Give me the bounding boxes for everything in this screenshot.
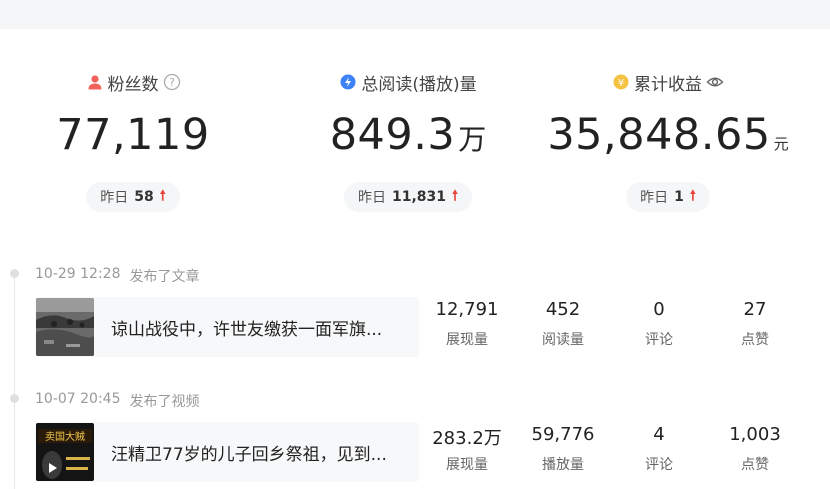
content-card-article[interactable]: 谅山战役中，许世友缴获一面军旗... bbox=[35, 297, 419, 357]
yesterday-value: 58 bbox=[134, 189, 154, 205]
up-arrow-icon: 🠕 bbox=[159, 188, 166, 204]
metric-likes: 1,003 点赞 bbox=[710, 424, 800, 474]
metric-value: 4 bbox=[653, 424, 665, 445]
metric-impressions: 283.2万 展现量 bbox=[422, 424, 512, 474]
metric-likes: 27 点赞 bbox=[710, 299, 800, 349]
metric-impressions: 12,791 展现量 bbox=[422, 299, 512, 349]
metric-value: 283.2万 bbox=[432, 428, 502, 449]
stat-reads-value-row: 849.3 万 bbox=[288, 110, 528, 170]
stat-income: ¥ 累计收益 35,848.65 元 昨日 1 🠕 bbox=[547, 68, 789, 212]
publish-action: 发布了视频 bbox=[129, 394, 200, 410]
metric-value: 27 bbox=[743, 299, 767, 320]
up-arrow-icon: 🠕 bbox=[452, 188, 459, 204]
svg-text:?: ? bbox=[169, 76, 175, 89]
content-card-video[interactable]: 卖国大贼 汪精卫77岁的儿子回乡祭祖，见到... bbox=[35, 422, 419, 482]
metric-value: 1,003 bbox=[729, 424, 781, 445]
video-thumbnail-text: 卖国大贼 bbox=[45, 430, 85, 443]
stat-reads-label-row: 总阅读(播放)量 bbox=[288, 68, 528, 96]
metric-comments: 0 评论 bbox=[614, 299, 704, 349]
stat-income-value-row: 35,848.65 元 bbox=[547, 110, 789, 170]
stat-fans-value-row: 77,119 bbox=[13, 110, 253, 170]
publish-time: 10-07 20:45 bbox=[35, 391, 121, 407]
yesterday-value: 11,831 bbox=[391, 189, 446, 205]
timeline-dot bbox=[10, 269, 19, 278]
eye-icon[interactable] bbox=[706, 73, 724, 91]
publish-time: 10-29 12:28 bbox=[35, 266, 121, 282]
timeline-item-header: 10-07 20:45 发布了视频 bbox=[35, 391, 199, 411]
stat-reads: 总阅读(播放)量 849.3 万 昨日 11,831 🠕 bbox=[288, 68, 528, 212]
stat-fans: 粉丝数 ? 77,119 昨日 58 🠕 bbox=[13, 68, 253, 212]
stat-reads-label: 总阅读(播放)量 bbox=[361, 74, 477, 95]
metric-label: 评论 bbox=[645, 332, 673, 348]
metric-label: 展现量 bbox=[446, 457, 488, 473]
video-thumbnail[interactable]: 卖国大贼 bbox=[36, 423, 94, 481]
metric-label: 评论 bbox=[645, 457, 673, 473]
metric-comments: 4 评论 bbox=[614, 424, 704, 474]
help-icon[interactable]: ? bbox=[163, 73, 181, 91]
stat-reads-value: 849.3 bbox=[329, 110, 456, 160]
metric-reads: 452 阅读量 bbox=[518, 299, 608, 349]
stat-reads-unit: 万 bbox=[458, 123, 487, 156]
yesterday-label: 昨日 bbox=[357, 190, 386, 206]
video-title[interactable]: 汪精卫77岁的儿子回乡祭祖，见到... bbox=[111, 440, 387, 465]
stat-fans-label: 粉丝数 bbox=[107, 74, 159, 95]
yesterday-value: 1 bbox=[674, 189, 684, 205]
stat-income-unit: 元 bbox=[773, 135, 789, 153]
metric-label: 点赞 bbox=[741, 457, 769, 473]
stat-fans-value: 77,119 bbox=[56, 110, 210, 160]
metric-value: 452 bbox=[545, 299, 581, 320]
yesterday-label: 昨日 bbox=[100, 190, 129, 206]
top-bar bbox=[0, 0, 830, 29]
metric-label: 阅读量 bbox=[542, 332, 584, 348]
metric-label: 点赞 bbox=[741, 332, 769, 348]
up-arrow-icon: 🠕 bbox=[689, 188, 696, 204]
stat-income-value: 35,848.65 bbox=[547, 110, 771, 160]
metric-value: 12,791 bbox=[435, 299, 499, 320]
article-title[interactable]: 谅山战役中，许世友缴获一面军旗... bbox=[111, 315, 382, 340]
timeline-line bbox=[14, 274, 15, 489]
stat-fans-yesterday: 昨日 58 🠕 bbox=[86, 182, 180, 212]
metric-value: 59,776 bbox=[531, 424, 595, 445]
coin-icon: ¥ bbox=[612, 73, 630, 91]
publish-action: 发布了文章 bbox=[129, 269, 200, 285]
metric-plays: 59,776 播放量 bbox=[518, 424, 608, 474]
stat-income-label-row: ¥ 累计收益 bbox=[548, 68, 788, 96]
stat-income-yesterday: 昨日 1 🠕 bbox=[626, 182, 710, 212]
yesterday-label: 昨日 bbox=[640, 190, 669, 206]
svg-text:¥: ¥ bbox=[618, 78, 624, 89]
timeline-item-header: 10-29 12:28 发布了文章 bbox=[35, 266, 199, 286]
stat-reads-yesterday: 昨日 11,831 🠕 bbox=[343, 182, 473, 212]
timeline-dot bbox=[10, 394, 19, 403]
metric-value: 0 bbox=[653, 299, 665, 320]
stat-income-label: 累计收益 bbox=[634, 74, 702, 95]
lightning-icon bbox=[339, 73, 357, 91]
stat-fans-label-row: 粉丝数 ? bbox=[13, 68, 253, 96]
metric-label: 展现量 bbox=[446, 332, 488, 348]
user-icon bbox=[86, 73, 104, 91]
metric-label: 播放量 bbox=[542, 457, 584, 473]
article-thumbnail[interactable] bbox=[36, 298, 94, 356]
